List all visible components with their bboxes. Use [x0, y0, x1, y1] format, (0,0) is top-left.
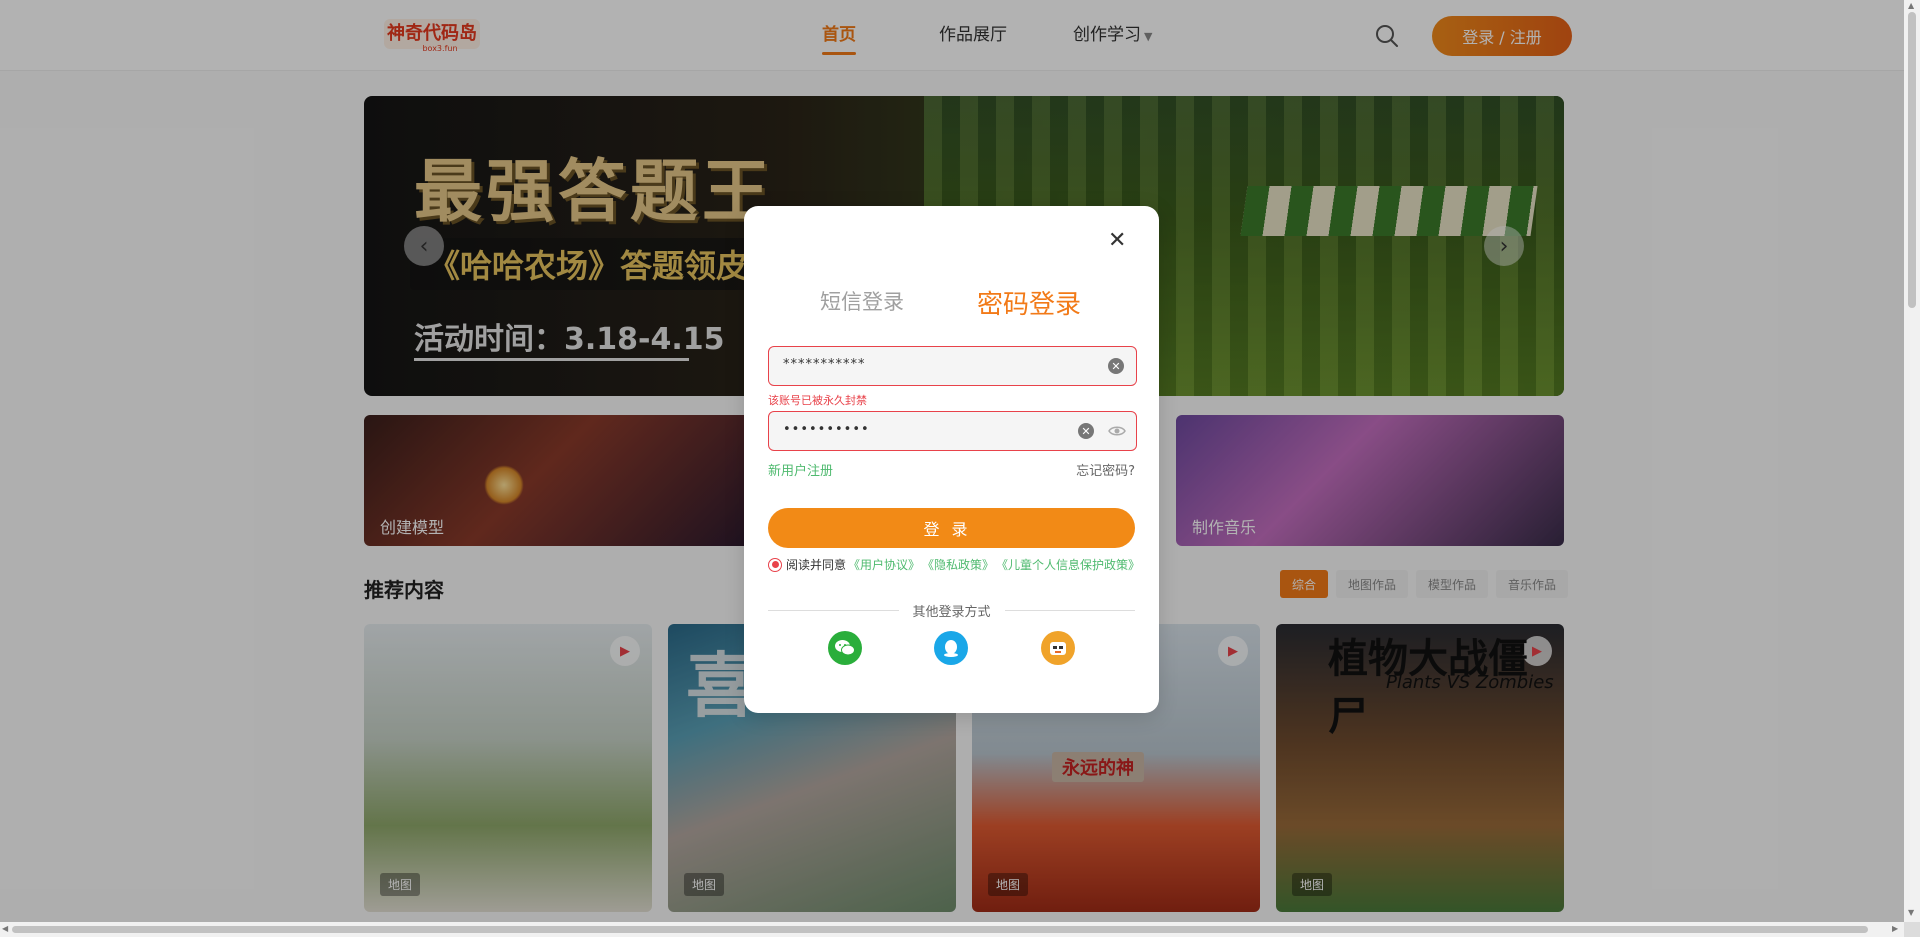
- clear-icon[interactable]: ✕: [1078, 423, 1094, 439]
- other-login-label: 其他登录方式: [912, 605, 991, 620]
- privacy-policy-link[interactable]: 《隐私政策》: [922, 556, 994, 573]
- password-value: ••••••••••: [783, 422, 870, 437]
- tab-password-login[interactable]: 密码登录: [977, 284, 1081, 321]
- horizontal-scrollbar[interactable]: ◀ ▶: [0, 922, 1904, 937]
- login-modal: ✕ 短信登录 密码登录 *********** ✕ 该账号已被永久封禁 ••••…: [744, 206, 1159, 713]
- qq-icon: [944, 640, 958, 657]
- forgot-password-link[interactable]: 忘记密码?: [1076, 460, 1135, 479]
- tab-sms-login[interactable]: 短信登录: [820, 286, 904, 316]
- qq-login-button[interactable]: [934, 631, 968, 665]
- scrollbar-corner: [1904, 922, 1920, 937]
- child-privacy-link[interactable]: 《儿童个人信息保护政策》: [996, 556, 1140, 573]
- vertical-scroll-thumb[interactable]: [1908, 12, 1916, 308]
- island-mascot-icon: [1050, 642, 1066, 655]
- user-agreement-link[interactable]: 《用户协议》: [848, 556, 920, 573]
- scroll-right-icon[interactable]: ▶: [1892, 924, 1898, 933]
- clear-icon[interactable]: ✕: [1108, 358, 1124, 374]
- account-field[interactable]: *********** ✕: [768, 346, 1137, 386]
- wechat-icon: [835, 640, 855, 656]
- account-error: 该账号已被永久封禁: [768, 394, 867, 407]
- eye-icon[interactable]: [1108, 423, 1126, 439]
- scroll-left-icon[interactable]: ◀: [2, 924, 8, 933]
- scroll-down-icon[interactable]: ▼: [1908, 908, 1914, 917]
- other-login-divider: 其他登录方式: [768, 601, 1136, 620]
- island-login-button[interactable]: [1041, 631, 1075, 665]
- wechat-login-button[interactable]: [828, 631, 862, 665]
- agreement-row: 阅读并同意 《用户协议》 《隐私政策》 《儿童个人信息保护政策》: [768, 556, 1140, 573]
- horizontal-scroll-thumb[interactable]: [12, 926, 1868, 933]
- password-field[interactable]: •••••••••• ✕: [768, 411, 1137, 451]
- divider-line: [768, 610, 899, 611]
- divider-line: [1004, 610, 1136, 611]
- scroll-up-icon[interactable]: ▲: [1908, 1, 1914, 10]
- account-value: ***********: [783, 357, 866, 372]
- agree-text: 阅读并同意: [786, 558, 847, 572]
- register-link[interactable]: 新用户注册: [768, 460, 833, 479]
- agree-radio[interactable]: [768, 557, 782, 572]
- close-icon[interactable]: ✕: [1108, 228, 1126, 253]
- vertical-scrollbar[interactable]: ▲ ▼: [1904, 0, 1920, 922]
- login-submit-button[interactable]: 登录: [768, 508, 1135, 548]
